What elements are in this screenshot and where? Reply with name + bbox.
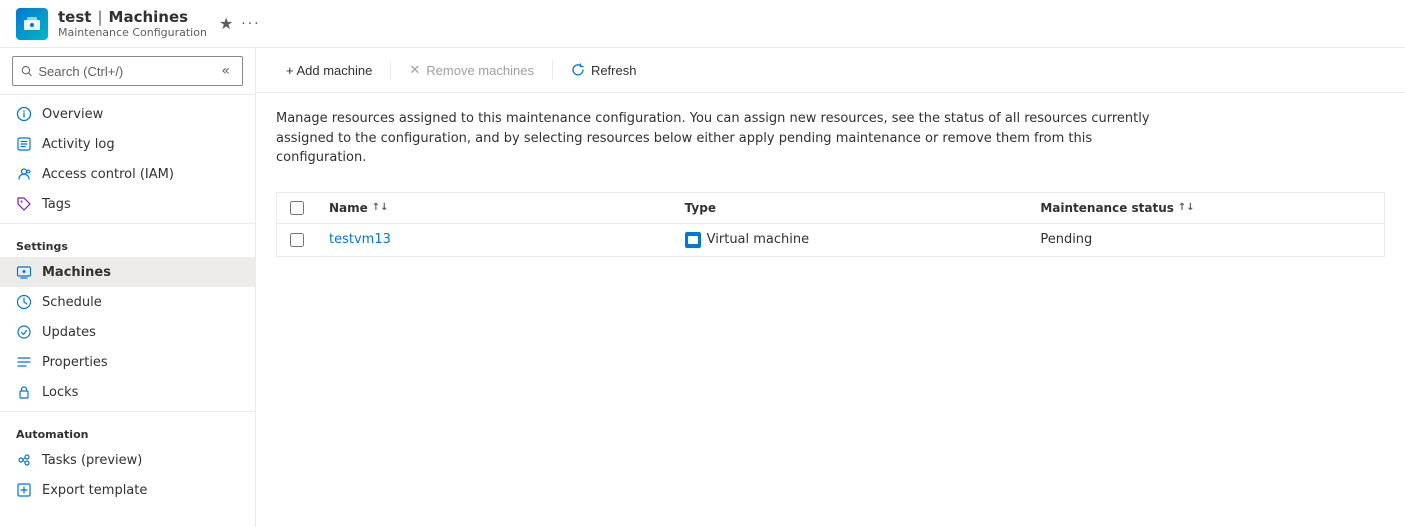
sidebar-item-export-template[interactable]: Export template (0, 475, 255, 505)
select-all-checkbox[interactable] (290, 201, 304, 215)
search-input[interactable] (38, 64, 211, 79)
settings-divider (0, 223, 255, 224)
remove-machines-label: Remove machines (426, 63, 534, 78)
row-maintenance-status-cell: Pending (1028, 224, 1384, 256)
app-header: test | Machines Maintenance Configuratio… (0, 0, 1405, 48)
search-icon (21, 64, 32, 78)
sidebar-item-locks[interactable]: Locks (0, 377, 255, 407)
tasks-icon (16, 452, 32, 468)
automation-section-label: Automation (0, 416, 255, 445)
sidebar-item-overview[interactable]: Overview (0, 99, 255, 129)
column-header-type: Type (673, 193, 1029, 223)
sidebar-item-activity-log[interactable]: Activity log (0, 129, 255, 159)
description-text: Manage resources assigned to this mainte… (276, 109, 1176, 168)
content-area: Manage resources assigned to this mainte… (256, 93, 1405, 527)
add-machine-label: + Add machine (286, 63, 372, 78)
app-icon (16, 8, 48, 40)
maintenance-status-sort-icon[interactable]: ↑↓ (1178, 202, 1195, 213)
maintenance-status-value: Pending (1040, 232, 1092, 247)
column-header-name: Name ↑↓ (317, 193, 673, 223)
row-checkbox[interactable] (290, 233, 304, 247)
activity-log-icon (16, 136, 32, 152)
sidebar-item-updates-label: Updates (42, 325, 96, 340)
vm-type-icon (685, 232, 701, 248)
toolbar: + Add machine ✕ Remove machines Refresh (256, 48, 1405, 93)
sidebar-item-tags[interactable]: Tags (0, 189, 255, 219)
sidebar-item-tasks-label: Tasks (preview) (42, 453, 142, 468)
sidebar-item-overview-label: Overview (42, 107, 103, 122)
toolbar-divider-1 (390, 60, 391, 80)
sidebar-item-updates[interactable]: Updates (0, 317, 255, 347)
sidebar-item-machines-label: Machines (42, 265, 111, 280)
vm-name-link[interactable]: testvm13 (329, 232, 391, 247)
schedule-icon (16, 294, 32, 310)
header-subtitle: Maintenance Configuration (58, 26, 207, 39)
refresh-icon (571, 63, 585, 77)
machines-icon (16, 264, 32, 280)
export-template-icon (16, 482, 32, 498)
properties-icon (16, 354, 32, 370)
resource-type: Machines (109, 8, 189, 26)
vm-type-label: Virtual machine (707, 232, 809, 247)
machines-table: Name ↑↓ Type Maintenance status ↑↓ (276, 192, 1385, 257)
sidebar-item-export-template-label: Export template (42, 483, 147, 498)
app-name: test (58, 8, 91, 26)
remove-machines-button[interactable]: ✕ Remove machines (399, 56, 544, 84)
row-checkbox-cell (277, 224, 317, 256)
sidebar-item-locks-label: Locks (42, 385, 78, 400)
sidebar-search-container: « (0, 48, 255, 95)
tags-icon (16, 196, 32, 212)
sidebar-item-activity-log-label: Activity log (42, 137, 115, 152)
refresh-label: Refresh (591, 63, 637, 78)
sidebar-item-properties[interactable]: Properties (0, 347, 255, 377)
sidebar-item-tags-label: Tags (42, 197, 71, 212)
header-title-group: test | Machines Maintenance Configuratio… (58, 8, 207, 39)
header-actions: ★ ··· (219, 14, 261, 33)
sidebar-item-access-control[interactable]: Access control (IAM) (0, 159, 255, 189)
overview-icon (16, 106, 32, 122)
table-header: Name ↑↓ Type Maintenance status ↑↓ (277, 193, 1384, 224)
row-name-cell: testvm13 (317, 224, 673, 256)
refresh-button[interactable]: Refresh (561, 57, 647, 84)
sidebar-item-access-control-label: Access control (IAM) (42, 167, 174, 182)
name-sort-icon[interactable]: ↑↓ (372, 202, 389, 213)
app-body: « Overview Activity log (0, 48, 1405, 527)
automation-divider (0, 411, 255, 412)
sidebar-item-schedule[interactable]: Schedule (0, 287, 255, 317)
sidebar-item-machines[interactable]: Machines (0, 257, 255, 287)
sidebar-item-properties-label: Properties (42, 355, 108, 370)
sidebar-nav: Overview Activity log Access control (IA… (0, 95, 255, 527)
more-options-icon[interactable]: ··· (241, 16, 260, 32)
header-separator: | (97, 8, 102, 26)
header-checkbox-cell (277, 193, 317, 223)
row-type-cell: Virtual machine (673, 224, 1029, 256)
main-content: + Add machine ✕ Remove machines Refresh … (256, 48, 1405, 527)
remove-machines-icon: ✕ (409, 62, 420, 78)
table-row: testvm13 Virtual machine Pending (277, 224, 1384, 256)
column-header-maintenance-status: Maintenance status ↑↓ (1028, 193, 1384, 223)
sidebar-item-tasks[interactable]: Tasks (preview) (0, 445, 255, 475)
settings-section-label: Settings (0, 228, 255, 257)
add-machine-button[interactable]: + Add machine (276, 57, 382, 84)
collapse-sidebar-button[interactable]: « (217, 61, 234, 81)
sidebar-item-schedule-label: Schedule (42, 295, 102, 310)
search-box[interactable]: « (12, 56, 243, 86)
access-control-icon (16, 166, 32, 182)
updates-icon (16, 324, 32, 340)
header-title: test | Machines (58, 8, 207, 26)
locks-icon (16, 384, 32, 400)
sidebar: « Overview Activity log (0, 48, 256, 527)
toolbar-divider-2 (552, 60, 553, 80)
favorite-icon[interactable]: ★ (219, 14, 233, 33)
